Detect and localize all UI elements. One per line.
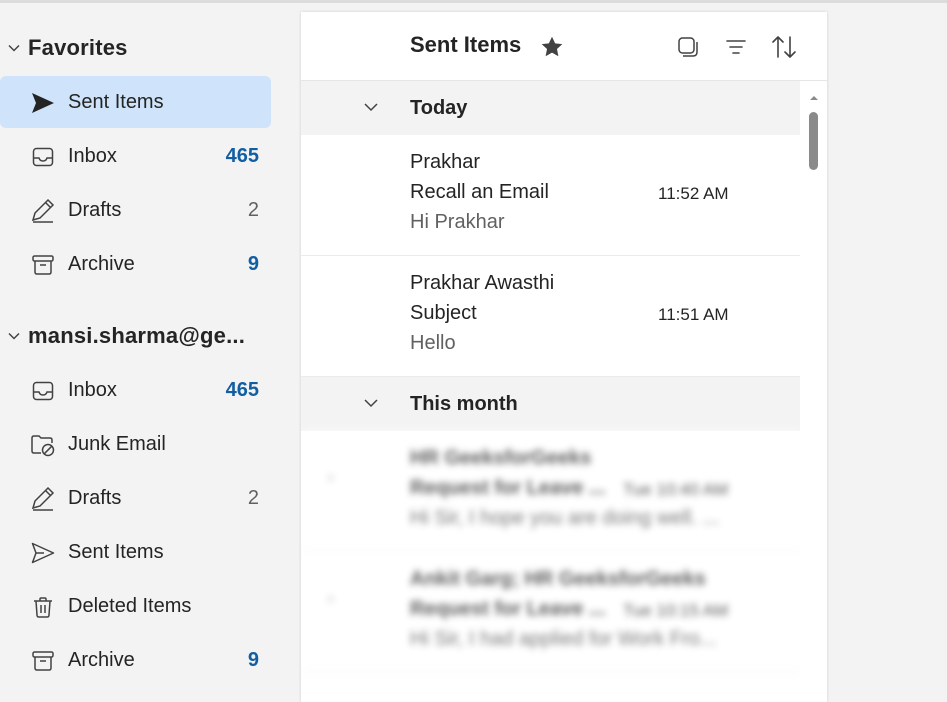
conversation-expand-icon: › (328, 469, 334, 486)
account-title: mansi.sharma@ge... (28, 323, 246, 348)
message-sender: Ankit Garg; HR GeeksforGeeks (410, 568, 706, 590)
sidebar-item-deleted-items[interactable]: Deleted Items (0, 580, 271, 632)
message-row[interactable]: › HR GeeksforGeeks Request for Leave ...… (301, 431, 800, 552)
sidebar-item-sent-items[interactable]: Sent Items (0, 526, 271, 578)
sidebar-item-label: Junk Email (68, 432, 166, 455)
message-time: 11:51 AM (658, 305, 729, 324)
favorite-star-icon[interactable] (537, 32, 567, 62)
filter-icon[interactable] (721, 32, 751, 62)
sidebar-item-junk-email[interactable]: Junk Email (0, 418, 271, 470)
scroll-up-arrow-icon[interactable] (808, 90, 820, 100)
drafts-icon (30, 486, 56, 512)
sidebar-item-label: Drafts (68, 486, 122, 509)
group-title: This month (410, 393, 518, 415)
message-time: Tue 10:40 AM (623, 480, 729, 499)
chevron-down-icon (363, 99, 379, 120)
message-preview: Hi Sir, I had applied for Work Fro... (410, 628, 717, 650)
drafts-icon (30, 198, 56, 224)
send-outline-icon (30, 540, 56, 566)
chevron-down-icon (363, 395, 379, 416)
message-row[interactable]: › Ankit Garg; HR GeeksforGeeks Request f… (301, 552, 800, 673)
trash-icon (30, 594, 56, 620)
unread-count-badge: 9 (247, 252, 259, 275)
archive-icon (30, 252, 56, 278)
inbox-icon (30, 378, 56, 404)
message-row[interactable]: Prakhar Awasthi Subject 11:51 AM Hello (301, 256, 800, 377)
folder-title: Sent Items (410, 32, 522, 57)
message-time: Tue 10:15 AM (623, 601, 729, 620)
message-preview: Hi Prakhar (410, 211, 505, 233)
chevron-down-icon (0, 41, 28, 55)
message-sender: Prakhar (410, 151, 481, 173)
group-header-today[interactable]: Today (301, 81, 800, 135)
sidebar-item-label: Drafts (68, 198, 122, 221)
junk-folder-icon (30, 432, 56, 458)
item-count: 2 (247, 486, 259, 509)
sidebar-item-label: Deleted Items (68, 594, 192, 617)
sidebar-item-label: Inbox (68, 378, 117, 401)
unread-count-badge: 465 (225, 378, 259, 401)
sidebar-item-inbox[interactable]: Inbox 465 (0, 364, 271, 416)
favorites-title: Favorites (28, 35, 128, 60)
message-subject: Request for Leave ... (410, 477, 606, 499)
unread-count-badge: 465 (225, 144, 259, 167)
scrollbar-thumb[interactable] (809, 112, 818, 170)
message-subject: Subject (410, 302, 477, 324)
sidebar-item-favorites-sent-items[interactable]: Sent Items (0, 76, 271, 128)
unread-count-badge: 9 (247, 648, 259, 671)
group-title: Today (410, 97, 468, 119)
message-subject: Recall an Email (410, 181, 549, 203)
sidebar-item-favorites-archive[interactable]: Archive 9 (0, 238, 271, 290)
chevron-down-icon (0, 329, 28, 343)
message-list-pane: Sent Items Today Prakhar Recall an Email… (301, 12, 827, 702)
archive-icon (30, 648, 56, 674)
message-time: 11:52 AM (658, 184, 729, 203)
sidebar-item-drafts[interactable]: Drafts 2 (0, 472, 271, 524)
send-filled-icon (30, 90, 56, 116)
sidebar-item-archive[interactable]: Archive 9 (0, 634, 271, 686)
sidebar-item-label: Archive (68, 648, 135, 671)
sidebar-item-label: Sent Items (68, 540, 164, 563)
sidebar-item-favorites-inbox[interactable]: Inbox 465 (0, 130, 271, 182)
sidebar-item-label: Sent Items (68, 90, 164, 113)
message-sender: Prakhar Awasthi (410, 272, 555, 294)
message-subject: Request for Leave ... (410, 598, 606, 620)
conversation-expand-icon: › (328, 590, 334, 607)
inbox-icon (30, 144, 56, 170)
sidebar-item-favorites-drafts[interactable]: Drafts 2 (0, 184, 271, 236)
sidebar-item-label: Inbox (68, 144, 117, 167)
favorites-group-header[interactable]: Favorites (0, 28, 128, 68)
message-sender: HR GeeksforGeeks (410, 447, 592, 469)
item-count: 2 (247, 198, 259, 221)
select-icon[interactable] (673, 32, 703, 62)
account-group-header[interactable]: mansi.sharma@ge... (0, 316, 245, 356)
sort-icon[interactable] (769, 32, 799, 62)
message-preview: Hello (410, 332, 456, 354)
sidebar-item-label: Archive (68, 252, 135, 275)
message-preview: Hi Sir, I hope you are doing well. ... (410, 507, 720, 529)
top-divider (0, 0, 947, 3)
message-row[interactable]: Prakhar Recall an Email 11:52 AM Hi Prak… (301, 135, 800, 256)
message-list-header: Sent Items (301, 12, 827, 81)
group-header-this-month[interactable]: This month (301, 377, 800, 431)
